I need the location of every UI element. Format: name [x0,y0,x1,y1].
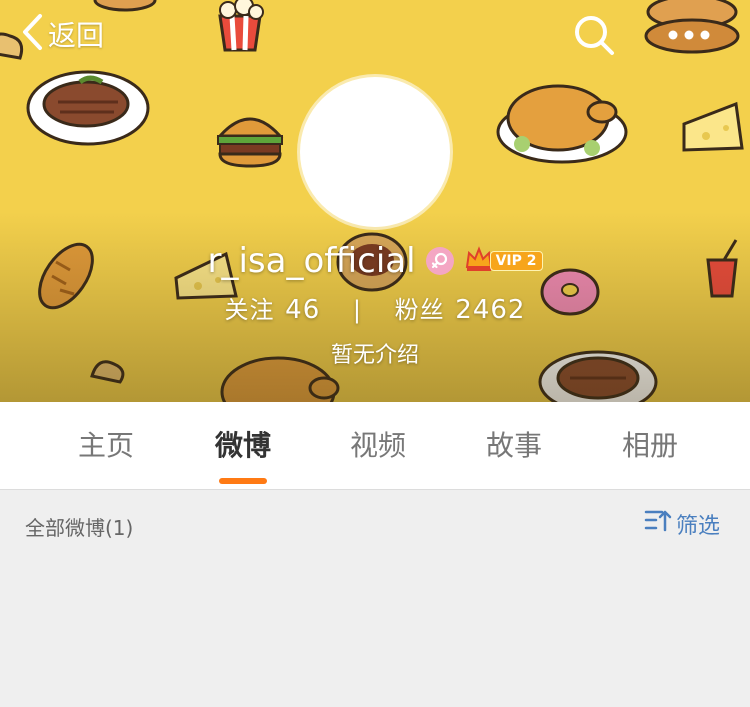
following-stat[interactable]: 关注 46 [224,295,331,325]
profile-header: 返回 r_isa_official VIP 2 关注 46 | 粉丝 2462 … [0,0,750,402]
female-icon [425,247,454,275]
search-button[interactable] [572,13,616,57]
tab-weibo[interactable]: 微博 [175,424,311,464]
follow-stats: 关注 46 | 粉丝 2462 [0,290,750,325]
back-button[interactable]: 返回 [20,12,104,56]
name-row: r_isa_official VIP 2 [0,238,750,284]
following-count: 46 [285,295,321,325]
filter-sort-icon [644,508,672,540]
filter-button[interactable]: 筛选 [644,508,720,540]
back-chevron-icon [20,12,44,56]
feed-count: 全部微博(1) [25,516,134,540]
tab-video[interactable]: 视频 [310,424,446,464]
active-tab-indicator [219,478,267,484]
vip-badge[interactable]: VIP 2 [464,245,543,277]
tab-home[interactable]: 主页 [38,424,174,464]
tab-album[interactable]: 相册 [582,424,718,464]
profile-tabs: 主页 微博 视频 故事 相册 [0,402,750,490]
search-icon [572,16,616,61]
back-label: 返回 [48,19,105,52]
vip-level: VIP 2 [489,251,543,271]
profile-intro: 暂无介绍 [330,343,419,368]
followers-label: 粉丝 [394,296,445,324]
more-button[interactable] [664,20,714,50]
stats-separator: | [352,296,362,324]
username: r_isa_official [207,241,416,281]
top-bar: 返回 [0,0,750,72]
filter-label: 筛选 [676,514,721,539]
feed-header: 全部微博(1) 筛选 [0,490,750,560]
followers-stat[interactable]: 粉丝 2462 [394,295,526,325]
tab-story[interactable]: 故事 [446,424,582,464]
more-icon [664,30,714,54]
following-label: 关注 [224,296,275,324]
followers-count: 2462 [455,295,526,325]
avatar[interactable] [300,77,450,227]
